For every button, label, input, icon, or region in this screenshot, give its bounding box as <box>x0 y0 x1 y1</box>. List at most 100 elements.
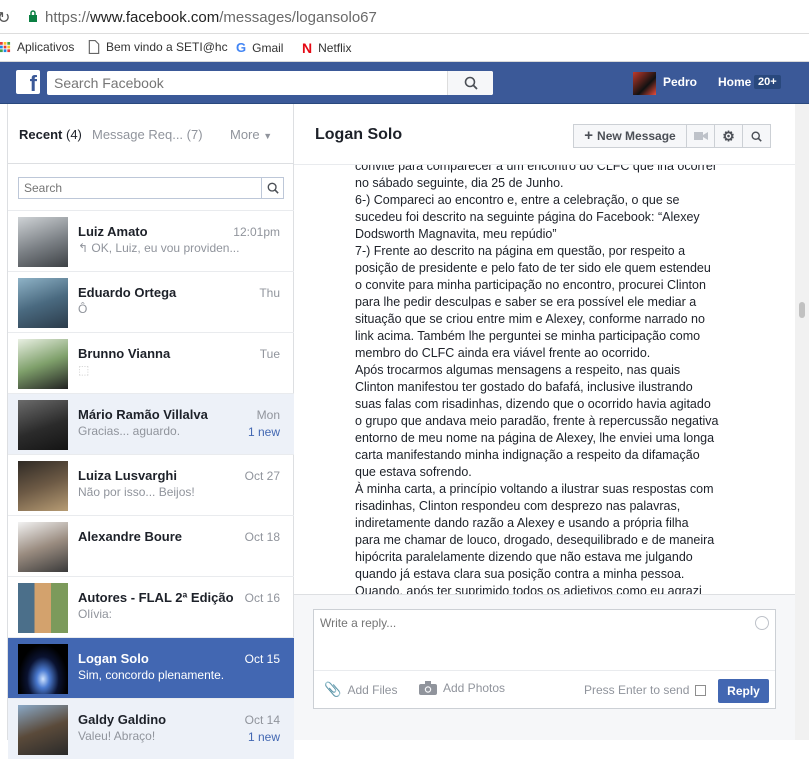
netflix-icon: N <box>302 40 313 56</box>
thread-search-input[interactable] <box>19 178 259 198</box>
page-scrollbar[interactable] <box>795 104 809 740</box>
bookmark-apps[interactable]: Aplicativos <box>0 40 74 54</box>
thread-time: Oct 15 <box>244 652 280 666</box>
thread-time: 12:01pm <box>233 225 280 239</box>
avatar <box>18 705 68 755</box>
message-history[interactable]: convite para comparecer a um encontro do… <box>294 164 795 594</box>
thread-item[interactable]: Brunno Vianna ⬚ Tue <box>8 332 294 393</box>
tab-recent[interactable]: Recent (4) <box>19 127 82 142</box>
video-camera-icon <box>693 132 708 140</box>
new-count-badge: 1 new <box>247 425 280 439</box>
thread-time: Oct 16 <box>244 591 280 605</box>
threads-sidebar: Recent (4) Message Req... (7) More ▼ Lui… <box>7 104 294 759</box>
reply-input[interactable] <box>314 610 734 666</box>
facebook-search-input[interactable] <box>47 71 447 95</box>
thread-item[interactable]: Luiza Lusvarghi Não por isso... Beijos! … <box>8 454 294 515</box>
user-name-link[interactable]: Pedro <box>663 75 697 89</box>
message-line: posição de presidente e pelo fato de ter… <box>355 261 711 275</box>
reload-icon[interactable]: ↻ <box>0 8 10 28</box>
thread-item-active[interactable]: Logan Solo Sim, concordo plenamente. Oct… <box>8 637 294 698</box>
message-line: link acima. Também lhe perguntei se minh… <box>355 329 701 343</box>
message-line: o grupo que andava meio paradão, frente … <box>355 414 719 428</box>
tab-more[interactable]: More ▼ <box>230 127 272 142</box>
plus-icon: + <box>584 127 594 144</box>
thread-item[interactable]: Eduardo Ortega Ô Thu <box>8 271 294 332</box>
thread-preview: Não por isso... Beijos! <box>78 485 195 499</box>
thread-time: Thu <box>259 286 280 300</box>
browser-address-bar: ↻ https://www.facebook.com/messages/loga… <box>0 0 809 34</box>
thread-name: Alexandre Boure <box>78 529 183 544</box>
thread-search <box>18 177 284 199</box>
message-line: convite para comparecer a um encontro do… <box>355 164 717 173</box>
chevron-down-icon: ▼ <box>263 131 273 141</box>
tab-recent-label: Recent <box>19 127 63 142</box>
facebook-logo-icon[interactable]: f <box>16 70 40 96</box>
avatar <box>18 522 68 572</box>
message-line: hipócrita paralelamente dizendo que não … <box>355 550 693 564</box>
thread-item[interactable]: Galdy Galdino Valeu! Abraço! Oct 14 1 ne… <box>8 698 294 759</box>
message-line: Quando, após ter suprimido todos os adje… <box>355 584 702 594</box>
add-files-label: Add Files <box>347 682 398 697</box>
scrollbar-thumb[interactable] <box>799 302 805 318</box>
message-line: o convite para minha participação no enc… <box>355 278 706 292</box>
add-photos-button[interactable]: Add Photos <box>419 681 505 695</box>
thread-item[interactable]: Alexandre Boure Oct 18 <box>8 515 294 576</box>
home-count-badge: 20+ <box>754 75 781 89</box>
bookmark-seti[interactable]: Bem vindo a SETI@hc <box>88 40 228 54</box>
reply-box: 📎 Add Files Add Photos Press Enter to se… <box>313 609 776 709</box>
gear-icon: ⚙ <box>722 127 735 144</box>
tab-message-requests[interactable]: Message Req... (7) <box>92 127 203 142</box>
add-files-button[interactable]: 📎 Add Files <box>324 681 397 698</box>
settings-button[interactable]: ⚙ <box>714 124 743 148</box>
thread-name: Brunno Vianna <box>78 346 171 361</box>
sidebar-tabs: Recent (4) Message Req... (7) More ▼ <box>8 104 293 164</box>
message-line: 7-) Frente ao descrito na página em ques… <box>355 244 686 258</box>
thread-preview: ⬚ <box>78 363 90 377</box>
message-line: Clinton manifestou ter gostado do bafafá… <box>355 380 693 394</box>
thread-time: Oct 27 <box>244 469 280 483</box>
url-field[interactable]: https://www.facebook.com/messages/logans… <box>45 9 377 26</box>
bookmark-netflix[interactable]: N Netflix <box>302 40 351 56</box>
avatar <box>18 400 68 450</box>
search-button[interactable] <box>447 71 493 95</box>
avatar <box>18 339 68 389</box>
thread-search-button[interactable] <box>261 178 283 198</box>
thread-name: Autores - FLAL 2ª Edição <box>78 590 234 605</box>
facebook-top-bar: f Pedro Home 20+ <box>0 62 809 104</box>
video-call-button[interactable] <box>686 124 715 148</box>
bookmark-gmail[interactable]: G Gmail <box>236 40 283 55</box>
thread-name: Eduardo Ortega <box>78 285 177 300</box>
press-enter-checkbox[interactable] <box>695 684 707 696</box>
emoji-icon[interactable] <box>755 616 769 630</box>
bookmarks-bar: Aplicativos Bem vindo a SETI@hc G Gmail … <box>0 34 809 62</box>
new-message-button[interactable]: + New Message <box>573 124 687 148</box>
home-link[interactable]: Home <box>718 75 751 89</box>
message-line: 6-) Compareci ao encontro e, entre a cel… <box>355 193 680 207</box>
conversation-toolbar: + New Message ⚙ <box>573 124 771 148</box>
search-conversation-button[interactable] <box>742 124 771 148</box>
thread-list: Luiz Amato ↰ OK, Luiz, eu vou providen..… <box>8 210 294 759</box>
thread-preview: Sim, concordo plenamente. <box>78 668 225 682</box>
message-line: À minha carta, a princípio voltando a il… <box>355 482 714 496</box>
thread-name: Mário Ramão Villalva <box>78 407 208 422</box>
press-enter-toggle[interactable]: Press Enter to send <box>584 683 707 697</box>
tab-recent-count: (4) <box>65 127 82 142</box>
thread-item[interactable]: Luiz Amato ↰ OK, Luiz, eu vou providen..… <box>8 210 294 271</box>
thread-time: Oct 18 <box>244 530 280 544</box>
bookmark-label: Netflix <box>318 41 352 55</box>
message-line: indiretamente dando razão a Alexey e usa… <box>355 516 689 530</box>
avatar <box>18 461 68 511</box>
message-line: Dodsworth Magnavita, meu repúdio” <box>355 227 557 241</box>
thread-item[interactable]: Mário Ramão Villalva Gracias... aguardo.… <box>8 393 294 454</box>
message-line: para lhe pedir desculpas e saber se era … <box>355 295 697 309</box>
bookmark-label: Gmail <box>252 40 284 55</box>
thread-item[interactable]: Autores - FLAL 2ª Edição Olívia: Oct 16 <box>8 576 294 637</box>
search-icon <box>267 182 279 194</box>
reply-button[interactable]: Reply <box>718 679 769 703</box>
thread-preview: Gracias... aguardo. <box>78 424 181 438</box>
message-line: suas falas com risadinhas, dizendo que o… <box>355 397 711 411</box>
message-line: carta manifestando minha indignação a re… <box>355 448 700 462</box>
thread-time: Tue <box>259 347 280 361</box>
press-enter-label: Press Enter to send <box>584 683 690 697</box>
user-avatar[interactable] <box>633 72 656 95</box>
